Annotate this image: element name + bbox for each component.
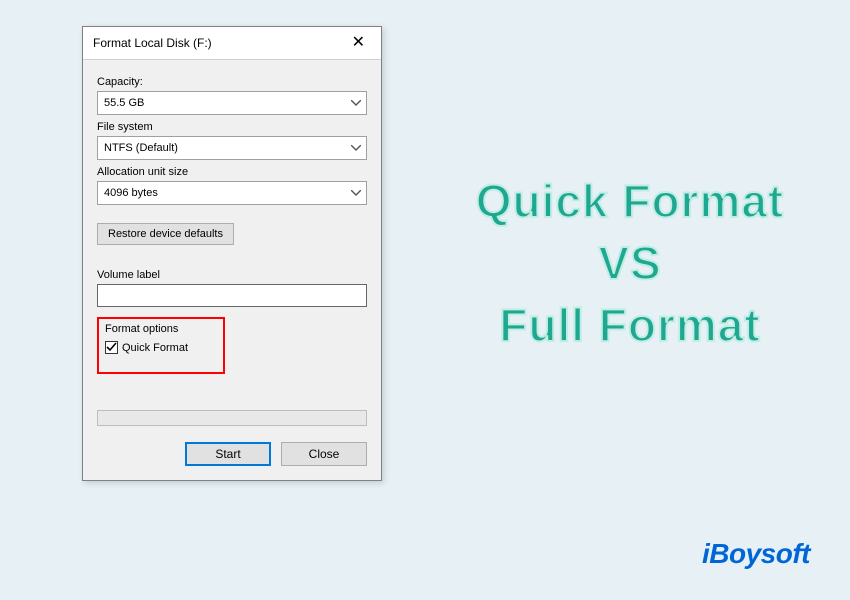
quick-format-checkbox[interactable] (105, 341, 118, 354)
dialog-body: Capacity: 55.5 GB File system NTFS (Defa… (83, 60, 381, 480)
capacity-select[interactable]: 55.5 GB (97, 91, 367, 115)
format-options-label: Format options (105, 323, 217, 335)
restore-defaults-label: Restore device defaults (108, 228, 223, 240)
close-button[interactable]: Close (281, 442, 367, 466)
filesystem-label: File system (97, 121, 367, 133)
headline-line-2: VS (440, 232, 820, 294)
titlebar: Format Local Disk (F:) ✕ (83, 27, 381, 60)
quick-format-row: Quick Format (105, 341, 217, 354)
button-row: Start Close (97, 442, 367, 466)
close-icon[interactable]: ✕ (346, 33, 371, 53)
headline: Quick Format VS Full Format (440, 170, 820, 356)
volume-label-label: Volume label (97, 269, 367, 281)
window-title: Format Local Disk (F:) (93, 36, 212, 50)
close-button-label: Close (309, 447, 340, 461)
allocation-select[interactable]: 4096 bytes (97, 181, 367, 205)
capacity-label: Capacity: (97, 76, 367, 88)
capacity-value: 55.5 GB (104, 97, 144, 109)
start-button[interactable]: Start (185, 442, 271, 466)
filesystem-select[interactable]: NTFS (Default) (97, 136, 367, 160)
volume-label-input[interactable] (97, 284, 367, 307)
restore-defaults-button[interactable]: Restore device defaults (97, 223, 234, 245)
filesystem-value: NTFS (Default) (104, 142, 178, 154)
start-button-label: Start (215, 447, 240, 461)
format-options-group: Format options Quick Format (97, 317, 225, 374)
format-dialog: Format Local Disk (F:) ✕ Capacity: 55.5 … (82, 26, 382, 481)
progress-bar (97, 410, 367, 426)
headline-line-1: Quick Format (440, 170, 820, 232)
headline-line-3: Full Format (440, 294, 820, 356)
brand-logo: iBoysoft (702, 538, 810, 570)
quick-format-label: Quick Format (122, 342, 188, 354)
allocation-value: 4096 bytes (104, 187, 158, 199)
allocation-label: Allocation unit size (97, 166, 367, 178)
